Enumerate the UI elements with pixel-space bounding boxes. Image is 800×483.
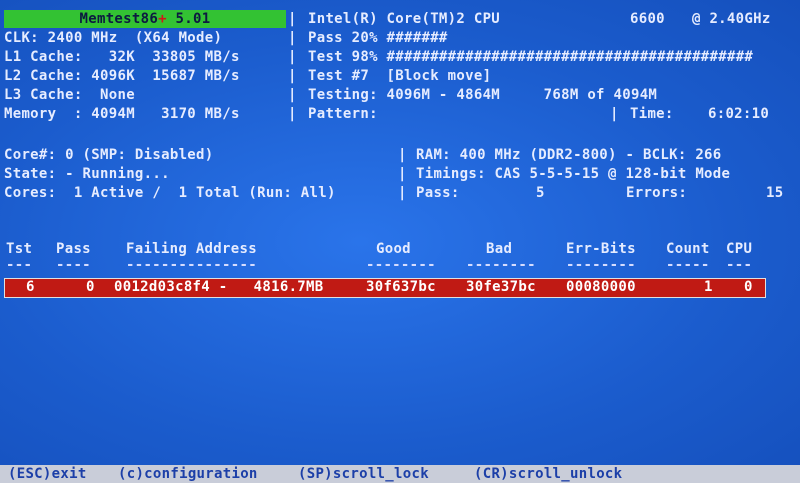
pass-count-label: Pass: bbox=[416, 185, 460, 201]
scroll-lock-key[interactable]: (SP)scroll_lock bbox=[298, 465, 429, 483]
testing-range: Testing: 4096M - 4864M 768M of 4094M bbox=[308, 87, 658, 103]
row-err-bits: 00080000 bbox=[566, 279, 636, 295]
memory-info: Memory : 4094M 3170 MB/s bbox=[4, 106, 240, 122]
separator-column: | bbox=[288, 87, 297, 103]
cpu-name: Intel(R) Core(TM)2 CPU bbox=[308, 11, 501, 27]
separator-column: | bbox=[288, 106, 297, 122]
clk-info: CLK: 2400 MHz (X64 Mode) bbox=[4, 30, 223, 46]
row-tst: 6 bbox=[26, 279, 35, 295]
time-value: 6:02:10 bbox=[708, 106, 770, 122]
test-number: Test #7 [Block move] bbox=[308, 68, 492, 84]
cpu-model: 6600 bbox=[630, 11, 665, 27]
pattern-label: Pattern: bbox=[308, 106, 378, 122]
row-good: 30f637bc bbox=[366, 279, 436, 295]
ram-info: RAM: 400 MHz (DDR2-800) - BCLK: 266 bbox=[416, 147, 722, 163]
col-rule-err-bits: -------- bbox=[566, 257, 636, 273]
col-rule-pass: ---- bbox=[56, 257, 91, 273]
scroll-unlock-key[interactable]: (CR)scroll_unlock bbox=[474, 465, 622, 483]
title-plus: + bbox=[158, 11, 167, 27]
col-rule-failing-address: --------------- bbox=[126, 257, 257, 273]
col-rule-bad: -------- bbox=[466, 257, 536, 273]
title-bar: Memtest86+ 5.01 bbox=[4, 10, 286, 28]
esc-exit-key[interactable]: (ESC)exit bbox=[8, 465, 87, 483]
l1-cache-info: L1 Cache: 32K 33805 MB/s bbox=[4, 49, 240, 65]
separator-column: | bbox=[288, 49, 297, 65]
col-rule-cpu: --- bbox=[726, 257, 753, 273]
errors-label: Errors: bbox=[626, 185, 688, 201]
app-title: Memtest86 bbox=[79, 11, 159, 27]
pass-count-value: 5 bbox=[536, 185, 545, 201]
row-count: 1 bbox=[704, 279, 713, 295]
col-rule-tst: --- bbox=[6, 257, 33, 273]
footer-bar: (ESC)exit (c)configuration (SP)scroll_lo… bbox=[0, 465, 800, 483]
time-label: Time: bbox=[630, 106, 674, 122]
l3-cache-info: L3 Cache: None bbox=[4, 87, 135, 103]
core-info: Core#: 0 (SMP: Disabled) bbox=[4, 147, 214, 163]
row-cpu: 0 bbox=[744, 279, 753, 295]
memtest-screen: Memtest86+ 5.01 | | | | | | | Intel(R) C… bbox=[0, 0, 800, 483]
separator-column: | bbox=[398, 166, 407, 182]
separator-column: | bbox=[288, 11, 297, 27]
separator-column: | bbox=[398, 147, 407, 163]
separator-column: | bbox=[288, 68, 297, 84]
errors-value: 15 bbox=[766, 185, 784, 201]
timings-info: Timings: CAS 5-5-5-15 @ 128-bit Mode bbox=[416, 166, 731, 182]
col-rule-good: -------- bbox=[366, 257, 436, 273]
configuration-key[interactable]: (c)configuration bbox=[118, 465, 258, 483]
l2-cache-info: L2 Cache: 4096K 15687 MB/s bbox=[4, 68, 240, 84]
app-version: 5.01 bbox=[166, 11, 211, 27]
cores-info: Cores: 1 Active / 1 Total (Run: All) bbox=[4, 185, 336, 201]
separator-column: | bbox=[288, 30, 297, 46]
row-bad: 30fe37bc bbox=[466, 279, 536, 295]
row-pass: 0 bbox=[86, 279, 95, 295]
separator-column: | bbox=[610, 106, 619, 122]
test-progress: Test 98% ###############################… bbox=[308, 49, 754, 65]
cpu-speed: @ 2.40GHz bbox=[692, 11, 771, 27]
row-failing-address: 0012d03c8f4 - 4816.7MB bbox=[114, 279, 324, 295]
pass-progress: Pass 20% ####### bbox=[308, 30, 448, 46]
state-info: State: - Running... bbox=[4, 166, 170, 182]
col-rule-count: ----- bbox=[666, 257, 710, 273]
separator-column: | bbox=[398, 185, 407, 201]
